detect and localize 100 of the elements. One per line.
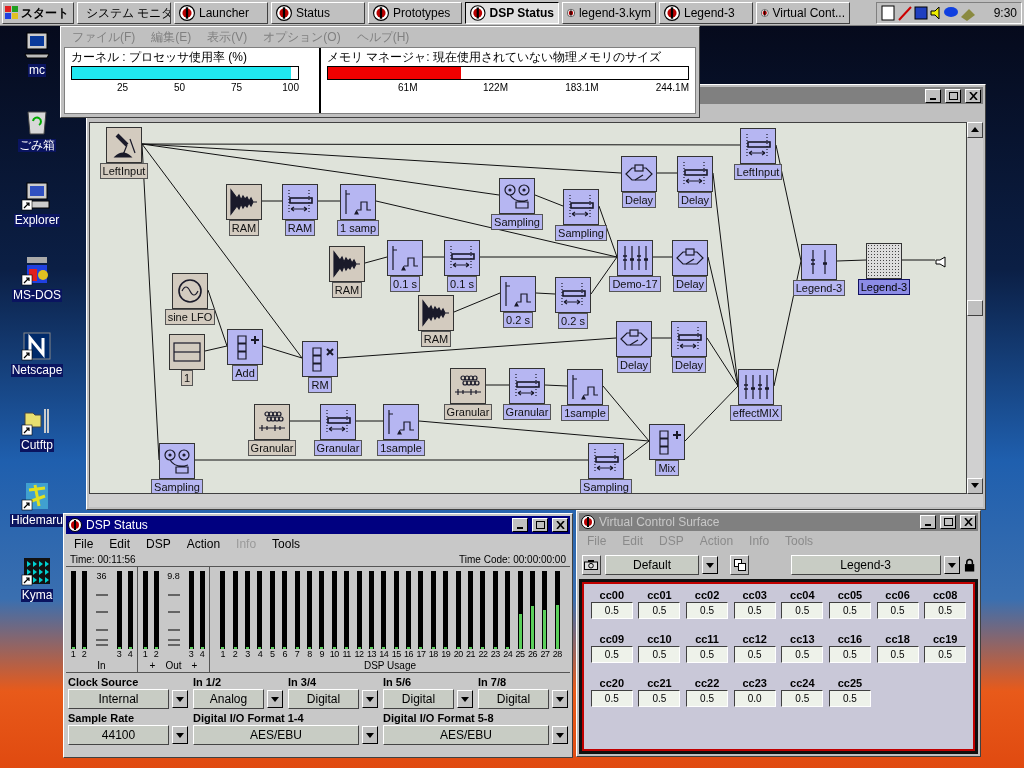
close-button[interactable] — [965, 88, 981, 103]
value-field[interactable]: 0.5 — [876, 646, 919, 663]
value-field[interactable]: 0.5 — [590, 690, 633, 707]
patch-node[interactable] — [418, 294, 454, 331]
dropdown-field[interactable]: Internal — [68, 689, 169, 709]
patch-node[interactable] — [866, 242, 902, 279]
patch-node[interactable] — [567, 368, 603, 405]
patch-node[interactable] — [450, 367, 486, 404]
value-field[interactable]: 0.5 — [733, 646, 776, 663]
value-field[interactable]: 0.5 — [686, 690, 729, 707]
patch-node[interactable] — [672, 239, 708, 276]
patch-node[interactable] — [740, 127, 776, 164]
dropdown-field[interactable]: AES/EBU — [193, 725, 359, 745]
dropdown-button[interactable] — [552, 726, 568, 744]
patch-node[interactable] — [320, 403, 356, 440]
desktop-icon-label[interactable]: Netscape — [10, 364, 64, 377]
menu-item[interactable]: Action — [186, 535, 221, 553]
dropdown-field[interactable]: Legend-3 — [790, 555, 941, 575]
value-field[interactable]: 0.5 — [924, 646, 967, 663]
dropdown-button[interactable] — [172, 690, 188, 708]
value-field[interactable]: 0.5 — [590, 602, 633, 619]
lock-icon[interactable] — [963, 558, 975, 572]
dropdown-field[interactable]: 44100 — [68, 725, 169, 745]
value-field[interactable]: 0.5 — [686, 646, 729, 663]
taskbar-button[interactable]: Virtual Cont... — [756, 1, 850, 24]
taskbar-button[interactable]: DSP Status — [465, 1, 559, 24]
desktop-icon-label[interactable]: ごみ箱 — [18, 139, 56, 152]
dropdown-button[interactable] — [267, 690, 283, 708]
patch-node[interactable] — [509, 367, 545, 404]
patch-node[interactable] — [621, 155, 657, 192]
scroll-thumb[interactable] — [967, 299, 983, 316]
taskbar-button[interactable]: Launcher — [174, 1, 268, 24]
explorer-icon[interactable] — [21, 180, 53, 212]
dropdown-field[interactable]: Digital — [288, 689, 359, 709]
desktop-icon-label[interactable]: MS-DOS — [12, 289, 62, 302]
camera-button[interactable] — [582, 555, 601, 575]
patch-node[interactable] — [302, 340, 338, 377]
menu-item[interactable]: Edit — [109, 535, 131, 553]
computer-icon[interactable] — [21, 30, 53, 62]
patch-node[interactable] — [159, 442, 195, 479]
menu-item[interactable]: Tools — [272, 535, 301, 553]
value-field[interactable]: 0.5 — [781, 602, 824, 619]
snapshot-button[interactable] — [730, 555, 749, 575]
value-field[interactable]: 0.5 — [638, 646, 681, 663]
value-field[interactable]: 0.0 — [733, 690, 776, 707]
value-field[interactable]: 0.5 — [876, 602, 919, 619]
desktop-icon-label[interactable]: mc — [28, 64, 46, 77]
dropdown-button[interactable] — [457, 690, 473, 708]
patch-node[interactable] — [383, 403, 419, 440]
patch-node[interactable] — [738, 368, 774, 405]
patch-node[interactable] — [254, 403, 290, 440]
taskbar-button[interactable]: Status — [271, 1, 365, 24]
value-field[interactable]: 0.5 — [638, 690, 681, 707]
minimize-button[interactable] — [925, 88, 941, 103]
tray-icons-drawing[interactable] — [881, 4, 977, 21]
dropdown-button[interactable] — [702, 556, 719, 574]
value-field[interactable]: 0.5 — [781, 646, 824, 663]
close-button[interactable] — [552, 518, 568, 532]
dropdown-field[interactable]: Digital — [383, 689, 454, 709]
desktop-icon-label[interactable]: Kyma — [20, 589, 54, 602]
patch-node[interactable] — [588, 442, 624, 479]
menu-item[interactable]: DSP — [146, 535, 171, 553]
patch-node[interactable] — [329, 245, 365, 282]
patch-node[interactable] — [649, 423, 685, 460]
desktop-icon-label[interactable]: Hidemaru — [10, 514, 64, 527]
scroll-up-button[interactable] — [967, 121, 983, 138]
vertical-scrollbar[interactable] — [967, 121, 983, 494]
maximize-button[interactable] — [532, 518, 548, 532]
dropdown-button[interactable] — [552, 690, 568, 708]
dropdown-button[interactable] — [172, 726, 188, 744]
patch-node[interactable] — [500, 275, 536, 312]
dropdown-field[interactable]: AES/EBU — [383, 725, 549, 745]
patch-node[interactable] — [677, 155, 713, 192]
desktop-icon-label[interactable]: Cutftp — [20, 439, 54, 452]
taskbar-button[interactable]: Prototypes — [368, 1, 462, 24]
patch-node[interactable] — [671, 320, 707, 357]
patch-node[interactable] — [106, 126, 142, 163]
taskbar-button[interactable]: legend-3.kym — [562, 1, 656, 24]
dropdown-field[interactable]: Default — [604, 555, 700, 575]
value-field[interactable]: 0.5 — [828, 602, 871, 619]
patch-node[interactable] — [555, 276, 591, 313]
value-field[interactable]: 0.5 — [686, 602, 729, 619]
maximize-button[interactable] — [945, 88, 961, 103]
patch-node[interactable] — [616, 320, 652, 357]
dropdown-button[interactable] — [362, 726, 378, 744]
speaker-icon[interactable] — [935, 255, 949, 268]
dropdown-button[interactable] — [943, 556, 960, 574]
desktop-icon-label[interactable]: Explorer — [13, 214, 61, 227]
taskbar-button[interactable]: Legend-3 — [659, 1, 753, 24]
value-field[interactable]: 0.5 — [638, 602, 681, 619]
maximize-button[interactable] — [940, 515, 956, 529]
patch-node[interactable] — [801, 243, 837, 280]
menu-item[interactable]: File — [74, 535, 94, 553]
value-field[interactable]: 0.5 — [828, 690, 871, 707]
value-field[interactable]: 0.5 — [733, 602, 776, 619]
patch-node[interactable] — [617, 239, 653, 276]
minimize-button[interactable] — [512, 518, 528, 532]
close-button[interactable] — [960, 515, 976, 529]
value-field[interactable]: 0.5 — [828, 646, 871, 663]
minimize-button[interactable] — [920, 515, 936, 529]
